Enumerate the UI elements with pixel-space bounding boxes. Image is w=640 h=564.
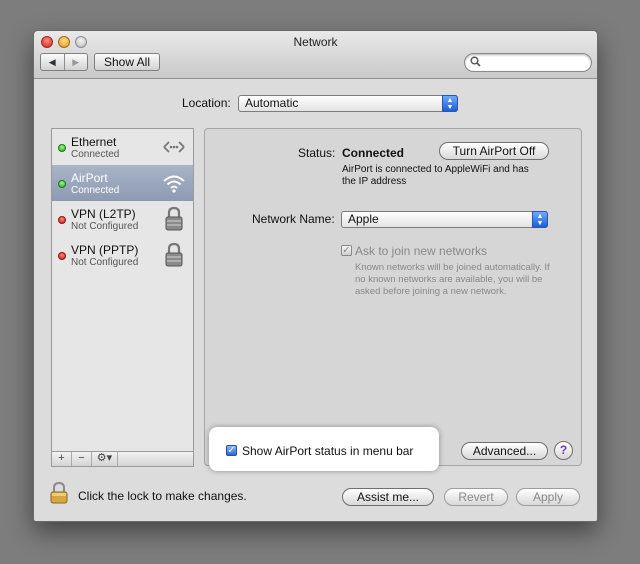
help-button[interactable]: ? <box>554 441 573 460</box>
service-status: Connected <box>71 149 120 160</box>
popup-arrows-icon: ▲ ▼ <box>532 211 548 228</box>
forward-arrow-icon: ▶ <box>72 56 80 67</box>
apply-button[interactable]: Apply <box>516 488 580 506</box>
status-dot-icon <box>58 252 66 260</box>
service-status: Connected <box>71 185 120 196</box>
service-status: Not Configured <box>71 221 139 232</box>
location-popup[interactable]: Automatic ▲ ▼ <box>238 95 458 112</box>
lock-message: Click the lock to make changes. <box>78 489 247 503</box>
advanced-button[interactable]: Advanced... <box>461 442 548 460</box>
popup-arrows-icon: ▲ ▼ <box>442 95 458 112</box>
revert-button[interactable]: Revert <box>444 488 508 506</box>
lock-icon[interactable] <box>50 482 68 504</box>
assist-me-button[interactable]: Assist me... <box>342 488 434 506</box>
status-value: Connected <box>342 146 405 160</box>
search-field[interactable] <box>464 53 592 72</box>
show-all-button[interactable]: Show All <box>94 53 160 71</box>
lock-icon <box>165 242 183 267</box>
service-name: VPN (L2TP) <box>71 207 136 221</box>
show-status-checkbox[interactable]: ✓ <box>226 445 237 456</box>
service-list: Ethernet Connected AirPort Connected VPN… <box>51 128 194 466</box>
lock-icon <box>165 206 183 231</box>
status-dot-icon <box>58 144 66 152</box>
location-label: Location: <box>182 96 231 110</box>
ask-join-description: Known networks will be joined automatica… <box>355 262 550 297</box>
network-name-popup[interactable]: Apple ▲ ▼ <box>341 211 548 228</box>
service-item-airport[interactable]: AirPort Connected <box>52 165 193 201</box>
service-status: Not Configured <box>71 257 139 268</box>
wifi-icon <box>163 175 185 193</box>
service-name: VPN (PPTP) <box>71 243 139 257</box>
status-label: Status: <box>298 146 336 160</box>
show-status-label: Show AirPort status in menu bar <box>242 444 414 458</box>
service-item-vpn-l2tp[interactable]: VPN (L2TP) Not Configured <box>52 201 193 237</box>
forward-button[interactable]: ▶ <box>63 54 88 70</box>
service-list-toolbar: + − ⚙▾ <box>51 451 194 467</box>
add-service-button[interactable]: + <box>52 452 72 466</box>
back-arrow-icon: ◀ <box>48 56 56 67</box>
window-title: Network <box>293 35 338 49</box>
network-name-value: Apple <box>348 212 379 226</box>
ask-join-label: Ask to join new networks <box>355 244 488 258</box>
network-name-label: Network Name: <box>252 212 335 226</box>
turn-airport-off-button[interactable]: Turn AirPort Off <box>439 142 549 160</box>
search-icon <box>470 56 481 67</box>
service-name: Ethernet <box>71 135 117 149</box>
back-button[interactable]: ◀ <box>41 54 64 70</box>
location-value: Automatic <box>245 96 299 110</box>
ask-join-checkbox[interactable]: ✓ <box>341 245 352 256</box>
gear-icon[interactable]: ⚙▾ <box>92 452 118 466</box>
status-dot-icon <box>58 180 66 188</box>
status-description: AirPort is connected to AppleWiFi and ha… <box>342 164 529 187</box>
remove-service-button[interactable]: − <box>72 452 92 466</box>
title-bar: Network ◀ ▶ Show All <box>34 31 597 79</box>
service-item-ethernet[interactable]: Ethernet Connected <box>52 129 193 165</box>
service-item-vpn-pptp[interactable]: VPN (PPTP) Not Configured <box>52 237 193 273</box>
network-preferences-window: Network ◀ ▶ Show All Location: Automatic… <box>33 30 598 522</box>
ethernet-icon <box>163 141 185 153</box>
service-name: AirPort <box>71 171 108 185</box>
status-dot-icon <box>58 216 66 224</box>
back-forward-control: ◀ ▶ <box>40 53 88 71</box>
